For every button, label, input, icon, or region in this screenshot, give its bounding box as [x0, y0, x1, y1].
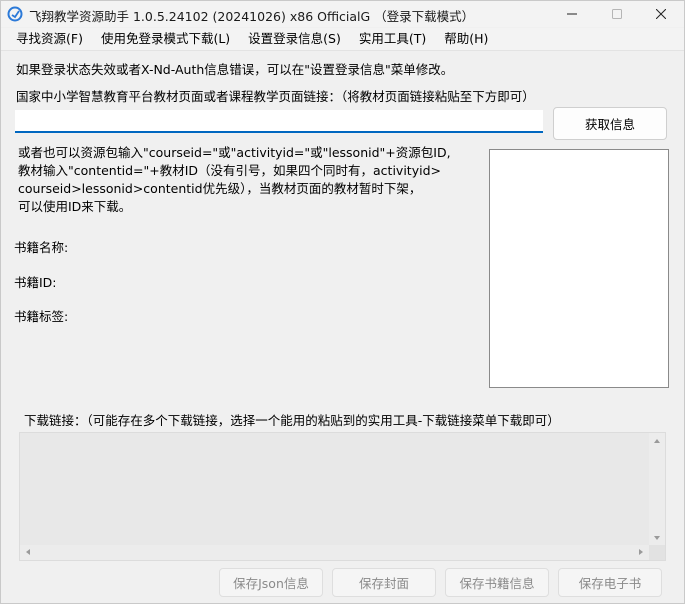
menu-login-free-download[interactable]: 使用免登录模式下载(L): [92, 28, 239, 50]
save-json-button[interactable]: 保存Json信息: [219, 568, 323, 597]
scrollbar-corner: [649, 545, 665, 560]
close-button[interactable]: [638, 1, 684, 27]
scroll-up-icon[interactable]: [654, 439, 660, 443]
scroll-left-icon[interactable]: [26, 549, 30, 555]
menu-find-resources[interactable]: 寻找资源(F): [1, 28, 92, 50]
menu-divider: [1, 50, 684, 51]
scroll-right-icon[interactable]: [639, 549, 643, 555]
maximize-button[interactable]: [594, 1, 640, 27]
minimize-button[interactable]: [549, 1, 595, 27]
book-id-label: 书籍ID:: [14, 275, 57, 290]
menu-login-settings[interactable]: 设置登录信息(S): [239, 28, 350, 50]
save-ebook-button[interactable]: 保存电子书: [558, 568, 662, 597]
download-links-textarea[interactable]: [19, 432, 666, 561]
fetch-info-button[interactable]: 获取信息: [553, 107, 667, 140]
login-warning-text: 如果登录状态失效或者X-Nd-Auth信息错误，可以在"设置登录信息"菜单修改。: [16, 62, 454, 77]
save-cover-button[interactable]: 保存封面: [332, 568, 436, 597]
download-links-label: 下载链接：（可能存在多个下载链接，选择一个能用的粘贴到的实用工具-下载链接菜单下…: [24, 413, 560, 428]
window-title: 飞翔教学资源助手 1.0.5.24102 (20241026) x86 Offi…: [29, 9, 475, 24]
menu-tools[interactable]: 实用工具(T): [350, 28, 435, 50]
instruction-line: 可以使用ID来下载。: [18, 199, 132, 214]
minimize-icon: [567, 13, 577, 15]
horizontal-scrollbar[interactable]: [20, 545, 649, 560]
save-book-info-button[interactable]: 保存书籍信息: [445, 568, 549, 597]
maximize-icon: [612, 9, 622, 19]
url-input[interactable]: [15, 110, 543, 133]
book-name-label: 书籍名称:: [14, 240, 69, 255]
vertical-scrollbar[interactable]: [649, 433, 665, 546]
title-bar[interactable]: 飞翔教学资源助手 1.0.5.24102 (20241026) x86 Offi…: [1, 1, 684, 27]
menu-bar: 寻找资源(F) 使用免登录模式下载(L) 设置登录信息(S) 实用工具(T) 帮…: [1, 28, 684, 50]
app-logo-icon: [7, 6, 23, 22]
id-instructions: 或者也可以资源包输入"courseid="或"activityid="或"les…: [18, 144, 480, 216]
menu-help[interactable]: 帮助(H): [435, 28, 497, 50]
book-tags-label: 书籍标签:: [14, 309, 69, 324]
cover-preview: [489, 149, 669, 388]
close-icon: [656, 9, 666, 19]
instruction-line: 或者也可以资源包输入"courseid="或"activityid="或"les…: [18, 145, 451, 160]
app-window: 飞翔教学资源助手 1.0.5.24102 (20241026) x86 Offi…: [0, 0, 685, 604]
instruction-line: courseid>lessonid>contentid优先级），当教材页面的教材…: [18, 181, 422, 196]
instruction-line: 教材输入"contentid="+教材ID（没有引号，如果四个同时有，activ…: [18, 163, 441, 178]
url-prompt-label: 国家中小学智慧教育平台教材页面或者课程教学页面链接：（将教材页面链接粘贴至下方即…: [16, 89, 535, 104]
scroll-down-icon[interactable]: [654, 536, 660, 540]
